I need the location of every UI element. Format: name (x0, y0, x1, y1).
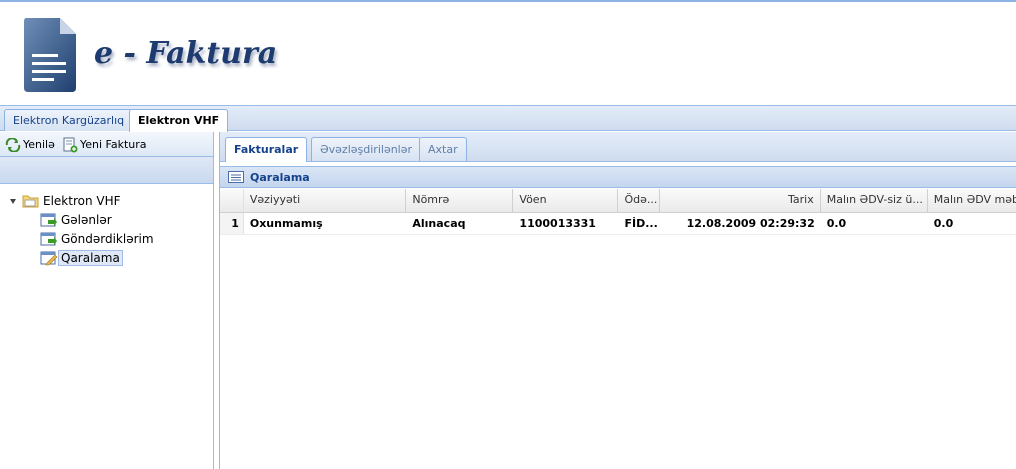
refresh-icon (5, 138, 21, 152)
tab-elektron-karguzarliq[interactable]: Elektron Kargüzarlıq (4, 109, 134, 131)
document-logo-icon (24, 18, 76, 92)
column-header-rownum (220, 189, 244, 212)
column-header-amount-no-vat[interactable]: Malın ƏDV-siz ü... (821, 189, 928, 212)
cell-number: Alınacaq (412, 217, 466, 230)
grid-title-bar: Qaralama (220, 166, 1016, 188)
new-invoice-label: Yeni Faktura (80, 138, 147, 151)
sub-tab-strip: Fakturalar Əvəzləşdirilənlər Axtar (220, 132, 1016, 162)
cell-vat-amount: 0.0 (933, 217, 954, 230)
app-title: e - Faktura (94, 36, 278, 71)
left-panel: Yenilə Yeni Faktura Elektron VHF Gələnlə… (0, 132, 214, 469)
tree-item-gelenler[interactable]: Gələnlər (40, 211, 115, 229)
tree-item-gonderdiklerim[interactable]: Göndərdiklərim (40, 230, 157, 248)
folder-icon (22, 195, 39, 208)
column-header-vat-amount[interactable]: Malın ƏDV məb (928, 189, 1016, 212)
tab-evezlesdirilenler[interactable]: Əvəzləşdirilənlər (311, 137, 422, 161)
refresh-button[interactable]: Yenilə (5, 136, 55, 154)
cell-amount-no-vat: 0.0 (826, 217, 847, 230)
inbox-icon (40, 213, 57, 227)
tab-fakturalar[interactable]: Fakturalar (225, 137, 308, 162)
grid-header-row: Vəziyyəti Nömrə Vöen Ödə... Tarix Malın … (220, 189, 1016, 213)
column-header-date[interactable]: Tarix (660, 189, 821, 212)
grid-list-icon (228, 171, 244, 183)
app-logo: e - Faktura (20, 14, 277, 102)
invoice-grid: Vəziyyəti Nömrə Vöen Ödə... Tarix Malın … (220, 189, 1016, 235)
tab-axtar[interactable]: Axtar (419, 137, 467, 161)
tree-root-label: Elektron VHF (43, 194, 121, 208)
tree-item-label: Qaralama (58, 250, 123, 266)
cell-voen: 1100013331 (519, 217, 596, 230)
tree-item-label: Göndərdiklərim (61, 232, 154, 246)
column-header-number[interactable]: Nömrə (406, 189, 514, 212)
left-toolbar: Yenilə Yeni Faktura (0, 132, 213, 157)
draft-icon (40, 251, 58, 266)
new-document-icon (63, 137, 78, 153)
new-invoice-button[interactable]: Yeni Faktura (62, 136, 147, 154)
column-header-voen[interactable]: Vöen (513, 189, 619, 212)
tree-item-qaralama[interactable]: Qaralama (40, 249, 123, 267)
cell-payer: FİD... (624, 217, 658, 230)
grid-title: Qaralama (250, 170, 310, 184)
tree-root-elektron-vhf[interactable]: Elektron VHF (8, 192, 124, 210)
right-panel: Fakturalar Əvəzləşdirilənlər Axtar Qaral… (219, 132, 1016, 469)
column-header-payer[interactable]: Ödə... (618, 189, 661, 212)
left-panel-header (0, 157, 213, 184)
row-number: 1 (220, 213, 244, 234)
main-tab-strip: Elektron Kargüzarlıq Elektron VHF (0, 105, 1016, 132)
expand-arrow-icon[interactable] (8, 196, 18, 206)
top-border (0, 0, 1016, 2)
tab-elektron-vhf[interactable]: Elektron VHF (129, 109, 229, 132)
table-row[interactable]: 1 Oxunmamış Alınacaq 1100013331 FİD... 1… (220, 213, 1016, 235)
tree-item-label: Gələnlər (61, 213, 112, 227)
outbox-icon (40, 232, 57, 246)
refresh-label: Yenilə (23, 138, 55, 151)
column-header-status[interactable]: Vəziyyəti (244, 189, 407, 212)
cell-status: Oxunmamış (249, 217, 323, 230)
cell-date: 12.08.2009 02:29:32 (686, 217, 815, 230)
